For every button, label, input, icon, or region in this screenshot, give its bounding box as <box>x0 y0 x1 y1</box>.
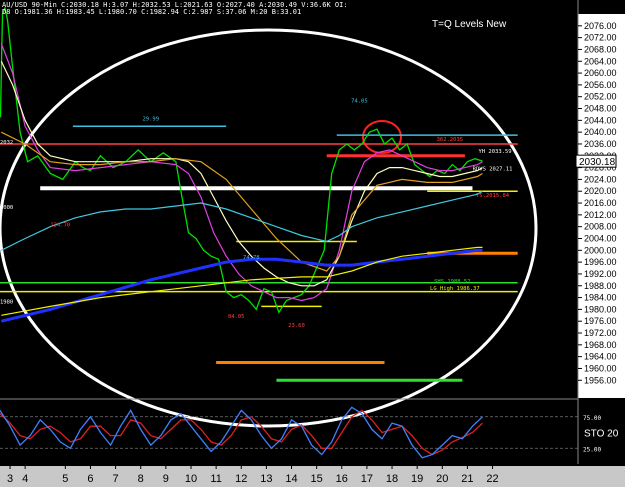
y-tick-label: 2052.00 <box>584 92 617 102</box>
y-tick-label: 2060.00 <box>584 68 617 78</box>
y-tick-label: 1960.00 <box>584 363 617 373</box>
x-tick-label: 13 <box>260 473 272 485</box>
left-edge-label: 2000 <box>0 205 13 211</box>
y-tick-label: 1976.00 <box>584 316 617 326</box>
highlight-circle <box>362 120 402 154</box>
annotation-label: 84.05 <box>228 314 245 320</box>
x-tick-label: 14 <box>285 473 297 485</box>
y-tick-label: 2064.00 <box>584 56 617 66</box>
series-medium <box>0 61 483 287</box>
oscillator-level-label: 75.00 <box>583 415 601 422</box>
left-edge-label: 2032 <box>0 140 13 146</box>
annotation-label: 75.2015.84 <box>476 193 510 199</box>
y-tick-label: 2012.00 <box>584 210 617 220</box>
x-tick-label: 8 <box>138 473 144 485</box>
oscillator-label: STO 20 <box>584 429 619 440</box>
header-line-2: D8 O:1981.36 H:1983.45 L:1980.70 C:1982.… <box>2 8 301 16</box>
y-tick-label: 1980.00 <box>584 304 617 314</box>
chart-window: 29.99 74.05 362.2035 YH 2033.59 RDVS 2027.11… <box>0 0 625 487</box>
annotation-label: RDVS 2027.11 <box>473 167 513 173</box>
y-tick-label: 2020.00 <box>584 186 617 196</box>
y-tick-label: 2068.00 <box>584 44 617 54</box>
y-tick-label: 2016.00 <box>584 198 617 208</box>
y-tick-label: 1992.00 <box>584 269 617 279</box>
y-tick-label: 1996.00 <box>584 257 617 267</box>
annotation-label: 134.70 <box>50 223 70 229</box>
x-tick-label: 5 <box>62 473 68 485</box>
x-tick-label: 22 <box>486 473 498 485</box>
y-tick-label: 2056.00 <box>584 80 617 90</box>
y-tick-label: 2048.00 <box>584 104 617 114</box>
annotation-label: LG High 1986.37 <box>430 286 480 292</box>
last-price-label: 2030.18 <box>579 157 616 168</box>
x-tick-label: 16 <box>336 473 348 485</box>
y-tick-label: 2000.00 <box>584 245 617 255</box>
x-tick-label: 12 <box>235 473 247 485</box>
y-tick-label: 1968.00 <box>584 340 617 350</box>
y-tick-label: 2036.00 <box>584 139 617 149</box>
oscillator-k-line <box>0 406 483 459</box>
series-blue <box>0 248 483 323</box>
y-tick-label: 2076.00 <box>584 21 617 31</box>
x-tick-label: 11 <box>210 473 221 485</box>
x-tick-label: 18 <box>386 473 398 485</box>
y-tick-label: 2008.00 <box>584 222 617 232</box>
oscillator-level-label: 25.00 <box>583 446 601 453</box>
x-tick-label: 21 <box>461 473 473 485</box>
series-fast <box>0 43 483 302</box>
annotation-label: 74.78 <box>243 255 260 261</box>
y-tick-label: 1984.00 <box>584 293 617 303</box>
y-tick-label: 2072.00 <box>584 33 617 43</box>
annotation-label: 23.60 <box>288 323 305 329</box>
annotation-label: 362.2035 <box>437 137 464 143</box>
chart-title: T=Q Levels New <box>432 19 507 30</box>
left-edge-label: 1980 <box>0 299 13 305</box>
annotation-label: YH 2033.59 <box>479 149 512 155</box>
x-tick-label: 10 <box>185 473 197 485</box>
y-tick-label: 1988.00 <box>584 281 617 291</box>
x-tick-label: 17 <box>361 473 373 485</box>
x-tick-label: 4 <box>22 473 28 485</box>
chart-canvas: 29.99 74.05 362.2035 YH 2033.59 RDVS 2027.11… <box>0 0 625 487</box>
y-tick-label: 2044.00 <box>584 115 617 125</box>
annotation-label: 74.05 <box>351 99 368 105</box>
x-tick-label: 9 <box>163 473 169 485</box>
x-tick-label: 19 <box>411 473 423 485</box>
y-tick-label: 1964.00 <box>584 352 617 362</box>
annotation-label: SHS 1988.52 <box>434 279 470 285</box>
x-tick-label: 20 <box>436 473 448 485</box>
x-tick-label: 7 <box>113 473 119 485</box>
y-tick-label: 2004.00 <box>584 233 617 243</box>
x-tick-label: 6 <box>87 473 93 485</box>
y-tick-label: 2024.00 <box>584 174 617 184</box>
y-tick-label: 2040.00 <box>584 127 617 137</box>
y-tick-label: 1972.00 <box>584 328 617 338</box>
annotation-label: 29.99 <box>143 116 160 122</box>
y-tick-label: 1956.00 <box>584 375 617 385</box>
x-tick-label: 15 <box>311 473 323 485</box>
x-tick-label: 3 <box>7 473 13 485</box>
